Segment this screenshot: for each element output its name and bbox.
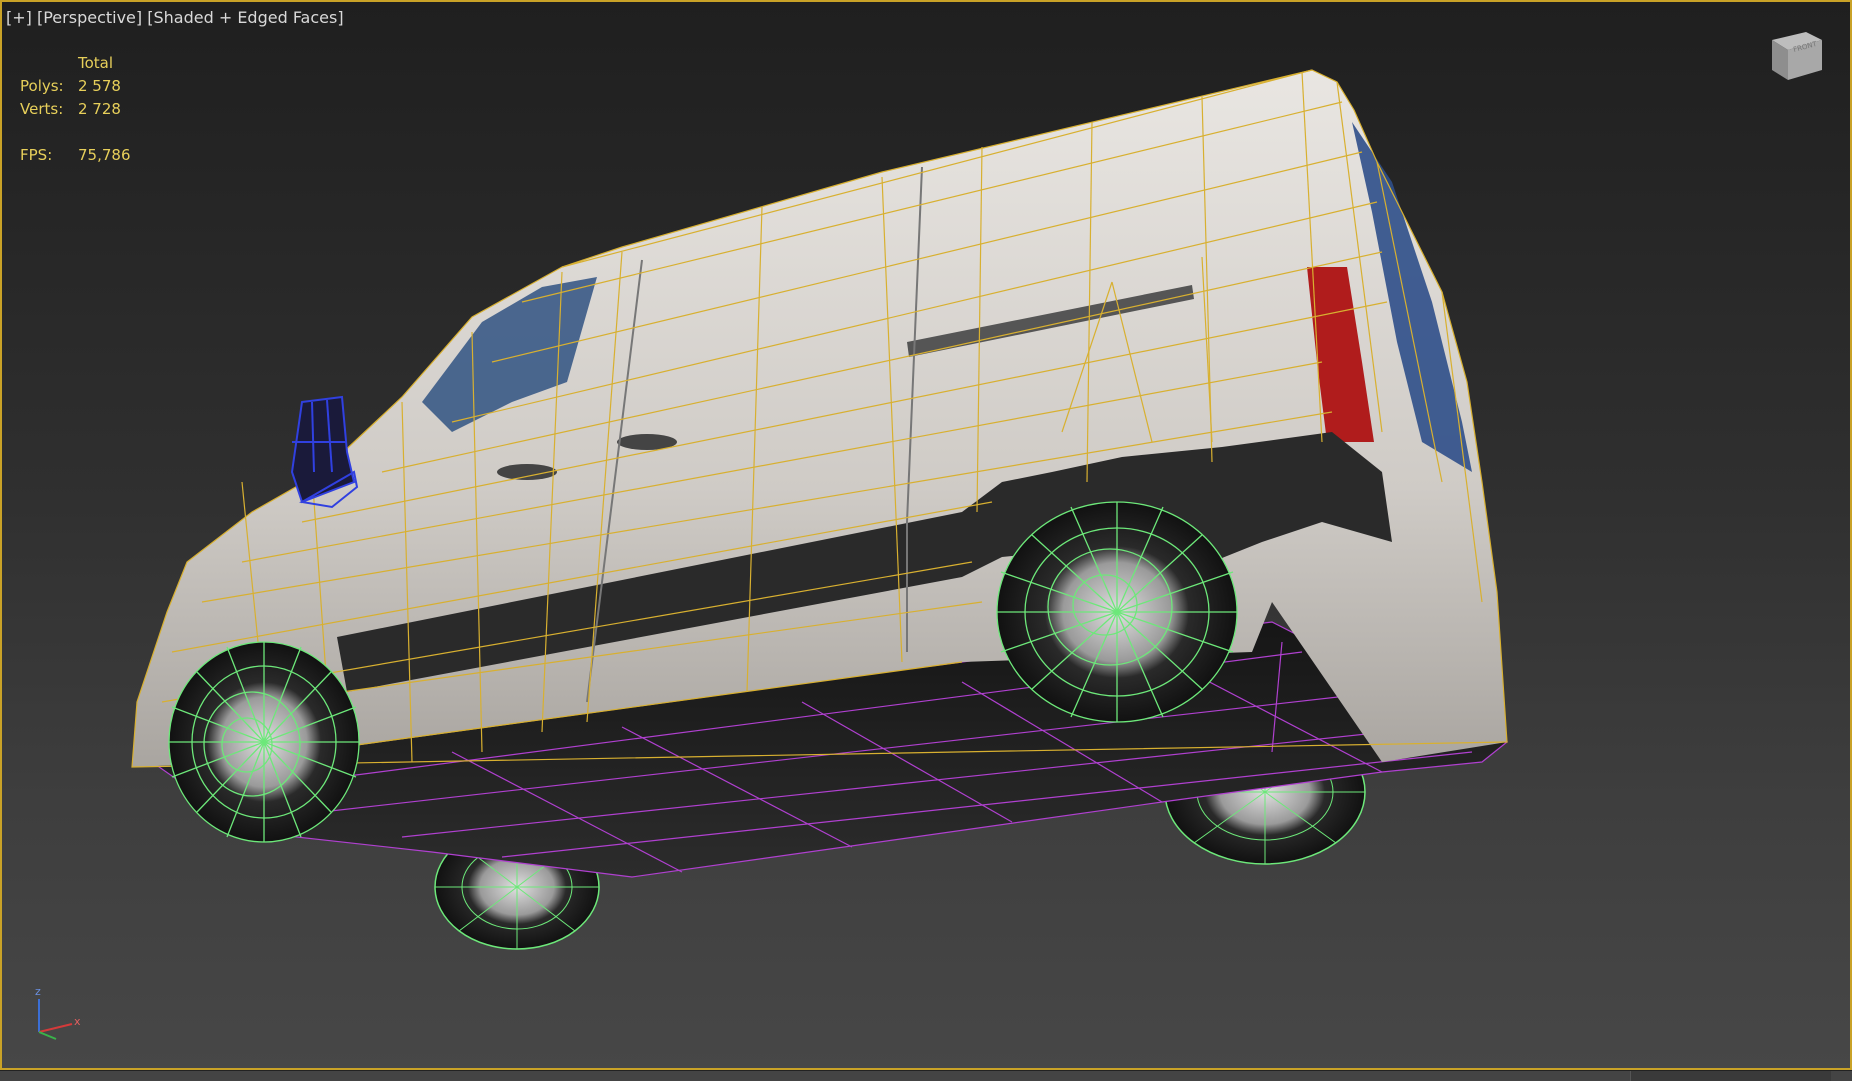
rear-near-wheel[interactable]: [996, 501, 1238, 723]
axis-tripod-icon: z x: [35, 985, 81, 1040]
perspective-viewport[interactable]: [+] [Perspective] [Shaded + Edged Faces]…: [0, 0, 1852, 1070]
timeline-strip: [0, 1070, 1852, 1081]
polys-value: 2 578: [78, 77, 121, 95]
polys-label: Polys:: [20, 77, 64, 95]
front-left-wheel[interactable]: [168, 641, 360, 843]
axis-z-label: z: [35, 985, 41, 998]
fps-value: 75,786: [78, 146, 131, 164]
verts-value: 2 728: [78, 100, 121, 118]
fps-label: FPS:: [20, 146, 53, 164]
verts-label: Verts:: [20, 100, 64, 118]
viewport-menu-shading[interactable]: [Shaded + Edged Faces]: [147, 8, 343, 27]
viewcube-icon[interactable]: FRONT: [1766, 24, 1826, 84]
viewport-menu-view[interactable]: [Perspective]: [37, 8, 142, 27]
stats-header: Total: [78, 54, 114, 72]
viewport-menu-plus[interactable]: [+]: [6, 8, 32, 27]
viewport-label: [+] [Perspective] [Shaded + Edged Faces]: [6, 8, 344, 27]
statistics-overlay: Total Polys: 2 578 Verts: 2 728 FPS: 75,…: [20, 52, 220, 167]
axis-x-label: x: [74, 1015, 81, 1028]
van-model-scene[interactable]: [2, 2, 1852, 1070]
